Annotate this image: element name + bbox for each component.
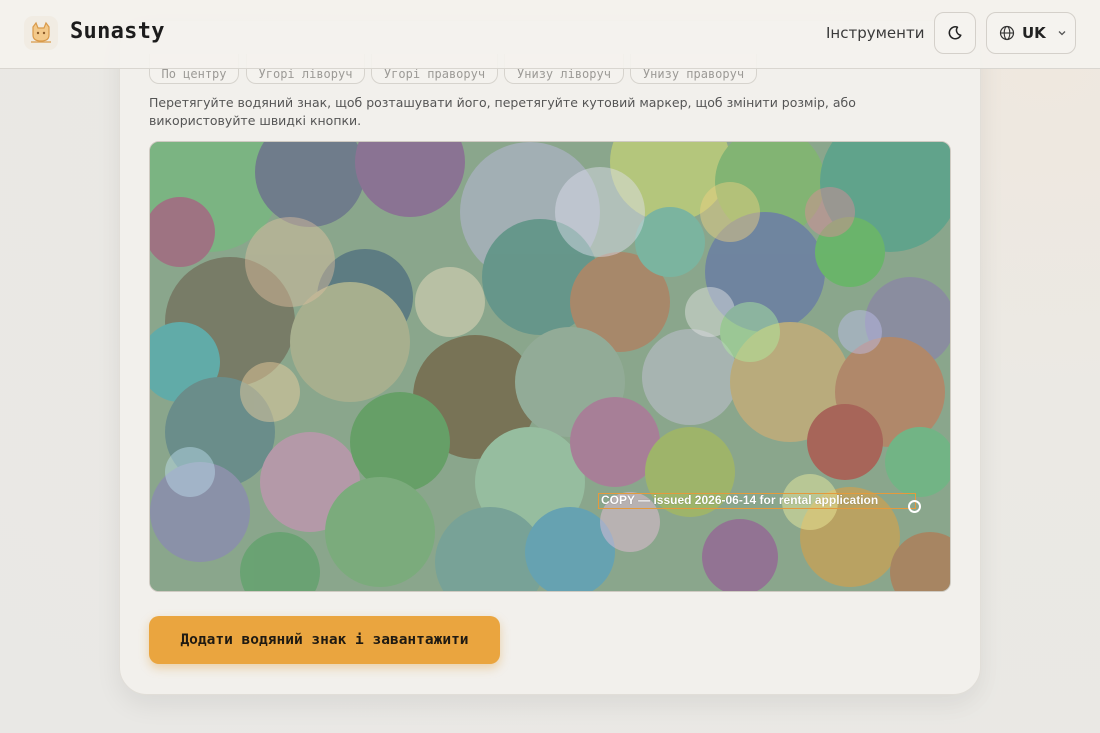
image-preview-canvas[interactable] <box>149 141 951 592</box>
watermark-resize-handle[interactable] <box>908 500 921 513</box>
globe-icon <box>999 25 1015 41</box>
language-select[interactable]: UK <box>986 12 1076 54</box>
preview-image <box>150 142 950 591</box>
brand-logo[interactable] <box>24 16 58 50</box>
brand-name[interactable]: Sunasty <box>70 19 165 44</box>
nav-tools-link[interactable]: Інструменти <box>826 24 924 42</box>
theme-toggle-button[interactable] <box>934 12 976 54</box>
chevron-down-icon <box>1058 31 1066 36</box>
instructions-text: Перетягуйте водяний знак, щоб розташуват… <box>149 95 856 128</box>
cat-logo-icon <box>31 21 51 43</box>
top-header: Sunasty Інструменти UK <box>0 0 1100 69</box>
watermark-text-box[interactable]: COPY — issued 2026-06-14 for rental appl… <box>598 493 916 509</box>
language-label: UK <box>1022 24 1046 42</box>
add-watermark-download-button[interactable]: Додати водяний знак і завантажити <box>149 616 500 664</box>
moon-icon <box>948 26 962 40</box>
